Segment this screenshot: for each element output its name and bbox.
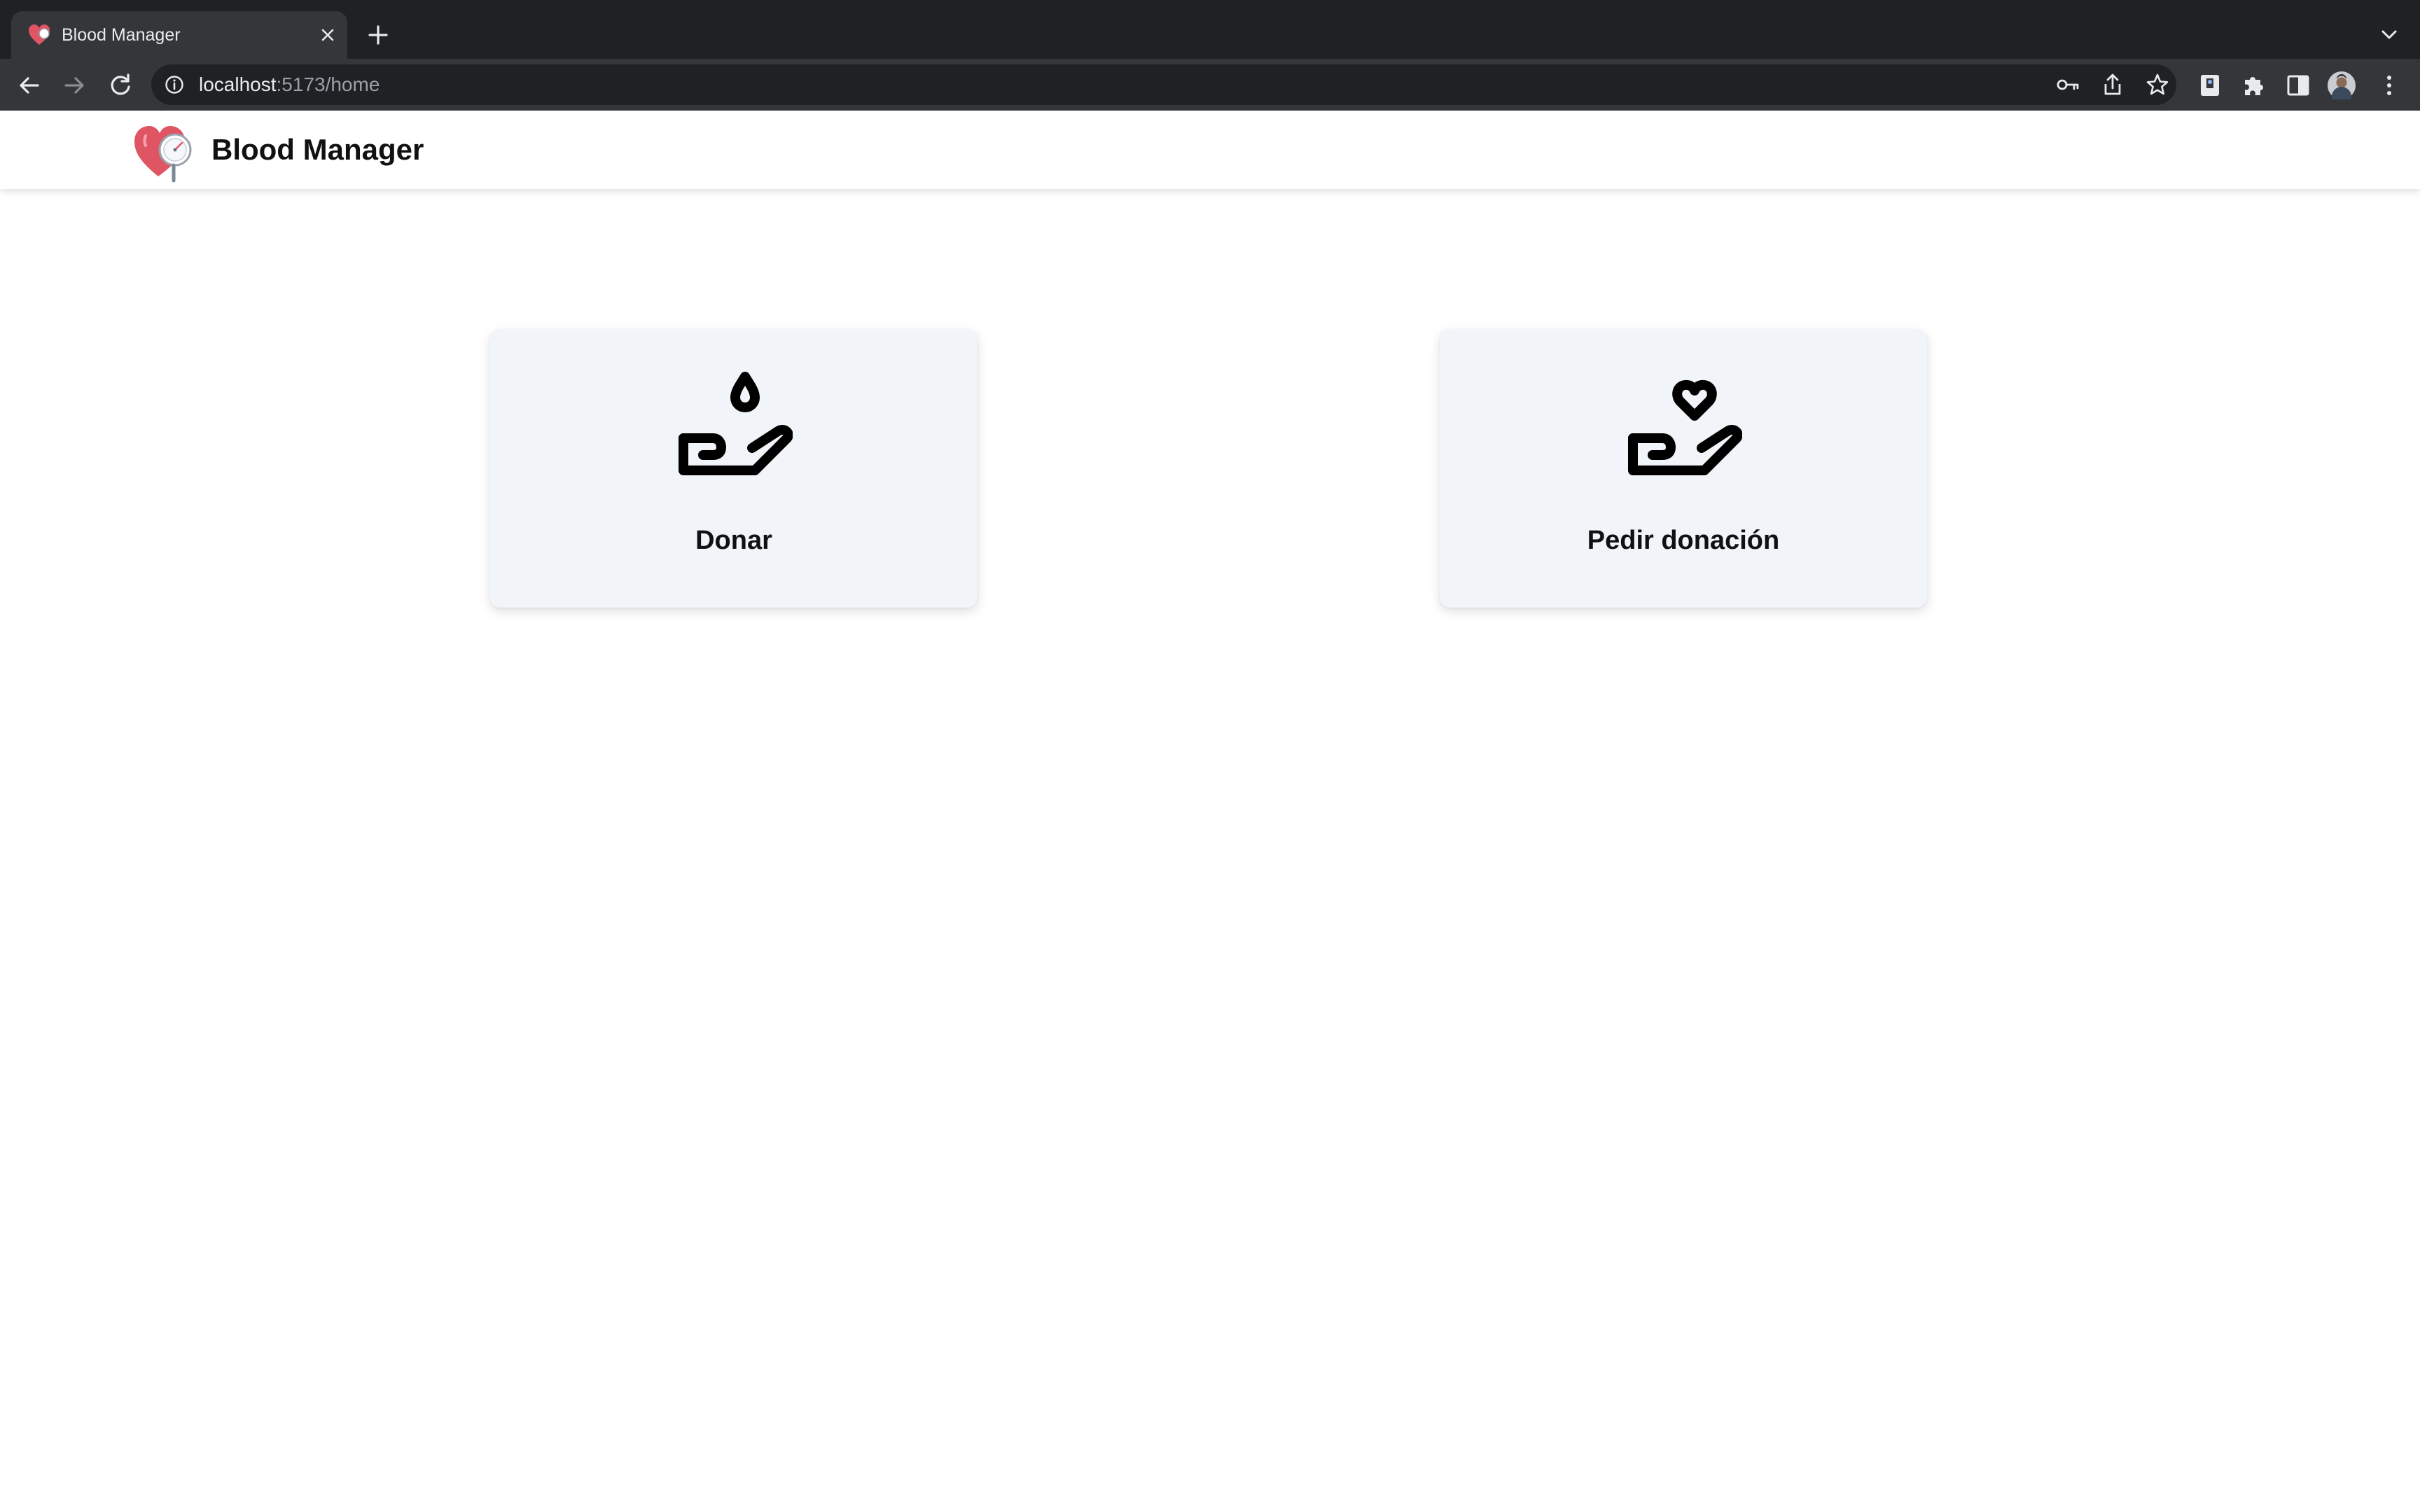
heart-icon: [29, 24, 50, 45]
kebab-menu-icon[interactable]: [2374, 70, 2405, 101]
chevron-down-icon[interactable]: [2375, 21, 2403, 49]
url-host: localhost: [199, 74, 277, 95]
donate-card[interactable]: Donar: [490, 329, 978, 608]
share-icon[interactable]: [2099, 71, 2126, 98]
request-donation-label: Pedir donación: [1587, 526, 1780, 555]
puzzle-icon[interactable]: [2238, 70, 2269, 101]
close-icon[interactable]: [317, 24, 339, 46]
hand-heart-icon: [1628, 379, 1742, 475]
page-viewport: Blood Manager Donar Pedir donación: [0, 111, 2420, 1512]
browser-toolbar: localhost:5173/home: [0, 59, 2420, 111]
plus-icon[interactable]: [364, 21, 392, 49]
key-icon[interactable]: [2054, 71, 2081, 98]
star-icon[interactable]: [2144, 71, 2171, 98]
hand-blood-drop-icon: [679, 372, 793, 475]
reload-icon[interactable]: [105, 70, 136, 101]
heart-stethoscope-logo[interactable]: [130, 118, 199, 185]
browser-tabstrip: Blood Manager: [0, 0, 2420, 59]
arrow-left-icon[interactable]: [14, 70, 45, 101]
url-text[interactable]: localhost:5173/home: [199, 73, 380, 97]
tab-title: Blood Manager: [62, 25, 181, 45]
url-path: :5173/home: [276, 74, 380, 95]
arrow-right-icon[interactable]: [59, 70, 90, 101]
address-bar[interactable]: localhost:5173/home: [151, 64, 2176, 105]
avatar[interactable]: [2326, 70, 2357, 101]
side-panel-icon[interactable]: [2283, 70, 2314, 101]
request-donation-card[interactable]: Pedir donación: [1440, 329, 1927, 608]
extension-box-icon[interactable]: [2195, 70, 2225, 101]
info-icon[interactable]: [164, 74, 185, 95]
donate-label: Donar: [695, 526, 772, 555]
browser-tab-active[interactable]: Blood Manager: [11, 11, 347, 59]
app-navbar: Blood Manager: [0, 111, 2420, 189]
brand-name[interactable]: Blood Manager: [211, 132, 424, 168]
